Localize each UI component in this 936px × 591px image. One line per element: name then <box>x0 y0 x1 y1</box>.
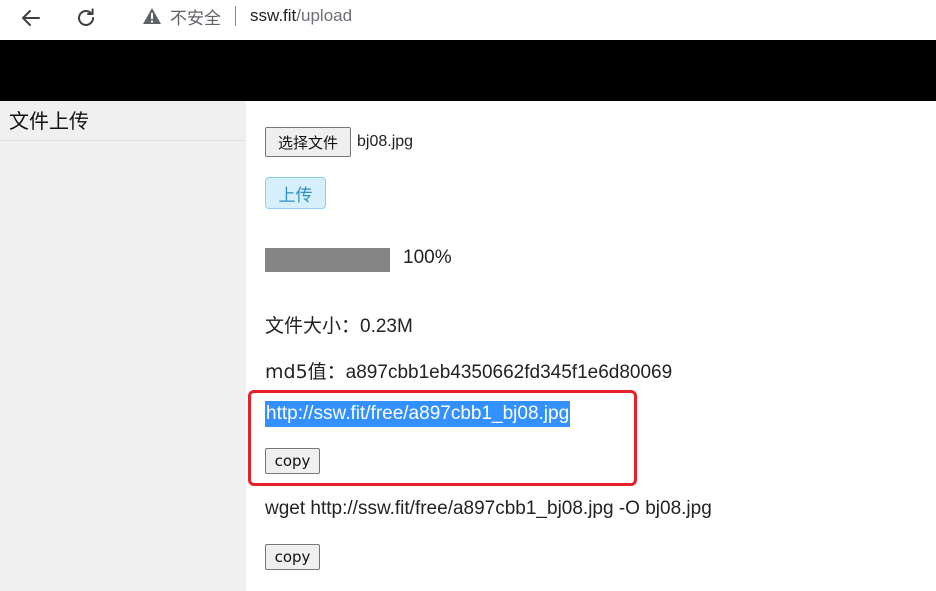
file-size-value: 0.23M <box>360 316 413 337</box>
file-size-row: 文件大小：0.23M <box>265 311 413 338</box>
upload-progress-bar <box>265 248 390 272</box>
url-host: ssw.fit <box>250 6 297 25</box>
url-path: /upload <box>296 6 353 25</box>
upload-button[interactable]: 上传 <box>265 177 326 209</box>
upload-progress-fill <box>265 248 390 272</box>
back-arrow-icon <box>22 10 40 26</box>
md5-value: a897cbb1eb4350662fd345f1e6d80069 <box>345 362 673 383</box>
md5-row: md5值：a897cbb1eb4350662fd345f1e6d80069 <box>265 357 672 384</box>
warning-icon[interactable] <box>142 6 162 26</box>
copy-link-button[interactable]: copy <box>265 448 320 474</box>
wget-command[interactable]: wget http://ssw.fit/free/a897cbb1_bj08.j… <box>265 498 712 520</box>
reload-icon <box>78 8 94 26</box>
md5-label: md5值： <box>265 361 346 383</box>
address-bar[interactable]: 不安全 ssw.fit /upload <box>122 0 936 32</box>
reload-button[interactable] <box>71 3 101 33</box>
sidebar: 文件上传 <box>0 101 246 591</box>
browser-toolbar: 不安全 ssw.fit /upload <box>0 0 936 40</box>
copy-wget-button[interactable]: copy <box>265 544 320 570</box>
back-button[interactable] <box>16 3 46 33</box>
sidebar-item-file-upload[interactable]: 文件上传 <box>0 101 246 141</box>
selected-file-name: bj08.jpg <box>357 133 414 150</box>
upload-panel: 选择文件 bj08.jpg 上传 100% 文件大小：0.23M md5值：a8… <box>246 101 936 591</box>
choose-file-button[interactable]: 选择文件 <box>265 127 351 157</box>
file-size-label: 文件大小： <box>265 315 361 337</box>
upload-progress-text: 100% <box>403 247 452 268</box>
address-separator <box>235 6 236 26</box>
file-url-link[interactable]: http://ssw.fit/free/a897cbb1_bj08.jpg <box>265 401 571 427</box>
page-header-banner <box>0 40 936 101</box>
security-label[interactable]: 不安全 <box>170 4 221 29</box>
